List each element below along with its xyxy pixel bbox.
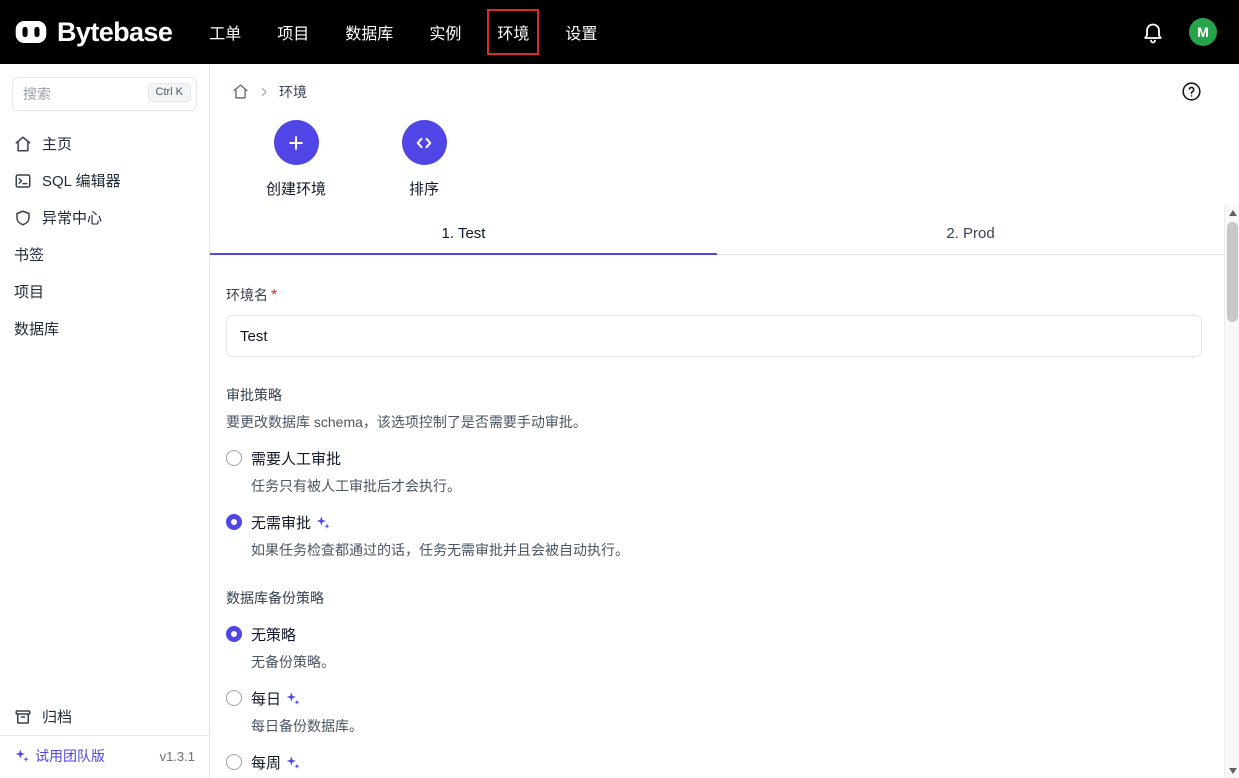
create-environment-button[interactable]: 创建环境: [266, 120, 326, 199]
side-nav: 主页 SQL 编辑器 异常中心 书签 项目 数据库: [0, 121, 209, 347]
sidebar: Ctrl K 主页 SQL 编辑器 异常中心: [0, 64, 210, 778]
radio-skip-approval[interactable]: [226, 514, 242, 530]
option-label[interactable]: 每周: [251, 752, 281, 773]
action-label: 排序: [409, 178, 439, 199]
main-content: 环境 创建环境 排序: [210, 64, 1224, 778]
bytebase-logo[interactable]: Bytebase: [14, 15, 172, 49]
radio-option-skip-approval: 无需审批 如果任务检查都通过的话，任务无需审批并且会被自动执行。: [226, 512, 1202, 560]
nav-databases[interactable]: 数据库: [344, 17, 394, 47]
breadcrumb-home-icon[interactable]: [232, 83, 249, 100]
sidebar-item-archive[interactable]: 归档: [0, 698, 209, 735]
nav-settings[interactable]: 设置: [564, 17, 598, 47]
bytebase-logo-icon: [14, 15, 48, 49]
sparkle-icon: [315, 515, 331, 531]
action-label: 创建环境: [266, 178, 326, 199]
nav-environments[interactable]: 环境: [496, 17, 530, 47]
radio-option-manual-approval: 需要人工审批 任务只有被人工审批后才会执行。: [226, 448, 1202, 496]
environment-name-input[interactable]: [226, 315, 1202, 357]
radio-option-weekly: 每周 每周备份数据库。: [226, 752, 1202, 778]
search-box: Ctrl K: [12, 77, 197, 111]
version-label: v1.3.1: [160, 749, 195, 764]
sidebar-bottom: 归档 试用团队版 v1.3.1: [0, 698, 209, 778]
shield-icon: [14, 209, 32, 227]
reorder-icon: [402, 120, 447, 165]
sparkle-icon: [285, 755, 301, 771]
environment-form: 环境名* 审批策略 要更改数据库 schema，该选项控制了是否需要手动审批。 …: [210, 255, 1224, 778]
sidebar-item-home[interactable]: 主页: [0, 125, 209, 162]
chevron-right-icon: [258, 86, 270, 98]
sparkle-icon: [14, 748, 30, 764]
nav-instances[interactable]: 实例: [428, 17, 462, 47]
app-body: Ctrl K 主页 SQL 编辑器 异常中心: [0, 64, 1239, 778]
vertical-scrollbar[interactable]: [1224, 205, 1239, 778]
sidebar-item-anomaly-center[interactable]: 异常中心: [0, 199, 209, 236]
scrollbar-thumb[interactable]: [1227, 222, 1238, 322]
name-field-label-row: 环境名*: [226, 285, 1202, 305]
brand-name: Bytebase: [57, 17, 172, 48]
trial-link[interactable]: 试用团队版: [14, 746, 105, 766]
option-description: 无备份策略。: [251, 652, 335, 672]
required-asterisk: *: [271, 287, 277, 304]
radio-manual-approval[interactable]: [226, 450, 242, 466]
search-shortcut-badge: Ctrl K: [148, 83, 192, 102]
sidebar-item-label: 异常中心: [42, 207, 102, 228]
sidebar-item-sql-editor[interactable]: SQL 编辑器: [0, 162, 209, 199]
home-icon: [14, 135, 32, 153]
option-body: 每日 每日备份数据库。: [251, 688, 363, 736]
sidebar-item-label: 数据库: [14, 318, 59, 339]
radio-no-policy[interactable]: [226, 626, 242, 642]
option-description: 任务只有被人工审批后才会执行。: [251, 476, 461, 496]
approval-policy-description: 要更改数据库 schema，该选项控制了是否需要手动审批。: [226, 412, 1202, 432]
sidebar-item-databases[interactable]: 数据库: [0, 310, 209, 347]
reorder-button[interactable]: 排序: [394, 120, 454, 199]
tab-test[interactable]: 1. Test: [210, 215, 717, 255]
option-body: 无需审批 如果任务检查都通过的话，任务无需审批并且会被自动执行。: [251, 512, 629, 560]
radio-option-no-policy: 无策略 无备份策略。: [226, 624, 1202, 672]
option-body: 无策略 无备份策略。: [251, 624, 335, 672]
option-description: 每日备份数据库。: [251, 716, 363, 736]
nav-projects[interactable]: 项目: [276, 17, 310, 47]
plus-icon: [274, 120, 319, 165]
option-label[interactable]: 每日: [251, 688, 281, 709]
sidebar-item-label: 书签: [14, 244, 44, 265]
top-nav: 工单 项目 数据库 实例 环境 设置: [208, 17, 598, 47]
sidebar-item-label: SQL 编辑器: [42, 170, 121, 191]
option-description: 如果任务检查都通过的话，任务无需审批并且会被自动执行。: [251, 540, 629, 560]
sparkle-icon: [285, 691, 301, 707]
nav-environments-label: 环境: [497, 26, 529, 43]
environment-tabs: 1. Test 2. Prod: [210, 215, 1224, 255]
breadcrumb-current: 环境: [279, 82, 307, 102]
radio-daily[interactable]: [226, 690, 242, 706]
trial-row: 试用团队版 v1.3.1: [0, 735, 209, 778]
trial-link-label: 试用团队版: [35, 746, 105, 766]
radio-weekly[interactable]: [226, 754, 242, 770]
sidebar-item-bookmarks[interactable]: 书签: [0, 236, 209, 273]
notifications-bell-icon[interactable]: [1141, 20, 1165, 44]
option-body: 需要人工审批 任务只有被人工审批后才会执行。: [251, 448, 461, 496]
sidebar-item-projects[interactable]: 项目: [0, 273, 209, 310]
name-field-label: 环境名: [226, 287, 268, 303]
terminal-icon: [14, 172, 32, 190]
avatar[interactable]: M: [1189, 18, 1217, 46]
tab-prod[interactable]: 2. Prod: [717, 215, 1224, 254]
sidebar-item-label: 项目: [14, 281, 44, 302]
topbar: Bytebase 工单 项目 数据库 实例 环境 设置 M: [0, 0, 1239, 64]
option-label[interactable]: 无需审批: [251, 512, 311, 533]
scrollbar-up-arrow-icon[interactable]: [1225, 205, 1239, 220]
sidebar-item-label: 归档: [42, 706, 72, 727]
backup-policy-title: 数据库备份策略: [226, 588, 1202, 608]
option-label[interactable]: 需要人工审批: [251, 448, 341, 469]
approval-policy-title: 审批策略: [226, 385, 1202, 405]
topbar-right: M: [1141, 18, 1217, 46]
archive-icon: [14, 708, 32, 726]
actions-row: 创建环境 排序: [210, 110, 1224, 215]
scrollbar-down-arrow-icon[interactable]: [1225, 763, 1239, 778]
radio-option-daily: 每日 每日备份数据库。: [226, 688, 1202, 736]
nav-issues[interactable]: 工单: [208, 17, 242, 47]
help-icon[interactable]: [1181, 81, 1202, 102]
breadcrumb: 环境: [210, 64, 1224, 110]
option-body: 每周 每周备份数据库。: [251, 752, 363, 778]
sidebar-item-label: 主页: [42, 133, 72, 154]
option-label[interactable]: 无策略: [251, 624, 296, 645]
